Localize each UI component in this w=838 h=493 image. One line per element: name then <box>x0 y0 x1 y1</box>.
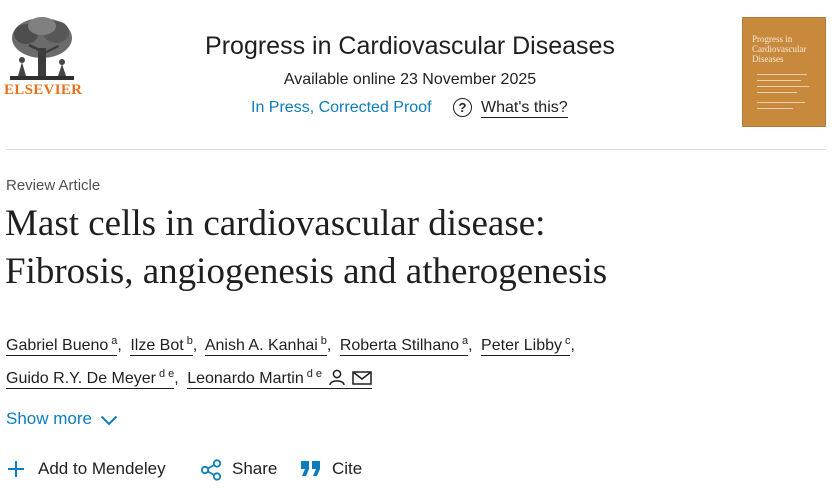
author-name: Peter Libby <box>481 337 562 354</box>
cover-title-line2: Cardiovascular <box>752 44 807 54</box>
article-title-line1: Mast cells in cardiovascular disease: <box>5 203 546 244</box>
author-name: Guido R.Y. De Meyer <box>6 370 156 387</box>
person-icon <box>329 369 345 386</box>
author-name: Ilze Bot <box>130 337 184 354</box>
cover-title: Progress in Cardiovascular Diseases <box>752 34 806 64</box>
chevron-down-icon <box>100 415 118 426</box>
elsevier-wordmark: ELSEVIER <box>4 82 83 98</box>
article-status-link[interactable]: In Press, Corrected Proof <box>251 99 432 117</box>
journal-cover-image[interactable]: Progress in Cardiovascular Diseases <box>742 17 826 127</box>
cover-text-line <box>757 102 805 103</box>
journal-title[interactable]: Progress in Cardiovascular Diseases <box>150 32 670 61</box>
cover-text-line <box>757 74 807 75</box>
author-link[interactable]: Guido R.Y. De Meyer d e <box>6 368 175 389</box>
author-affiliation: d e <box>159 368 175 380</box>
author-separator: , <box>468 337 473 354</box>
author-link[interactable]: Anish A. Kanhai b <box>204 335 327 356</box>
cover-text-line <box>757 86 809 87</box>
article-title-line2: Fibrosis, angiogenesis and atherogenesis <box>5 251 608 292</box>
whats-this-link[interactable]: What's this? <box>481 99 568 118</box>
author-separator: , <box>117 337 122 354</box>
author-separator: , <box>570 337 575 354</box>
cite-label: Cite <box>332 459 363 478</box>
cover-text-line <box>757 80 801 81</box>
author-link[interactable]: Ilze Bot b <box>130 335 193 356</box>
envelope-icon <box>352 371 372 385</box>
author-separator: , <box>326 337 332 354</box>
journal-header: ELSEVIER Progress in Cardiovascular Dise… <box>0 0 838 150</box>
cover-text-line <box>757 108 793 109</box>
author-name: Anish A. Kanhai <box>204 337 318 354</box>
author-name: Roberta Stilhano <box>339 337 460 354</box>
share-label: Share <box>232 459 278 478</box>
add-to-mendeley-label: Add to Mendeley <box>38 459 166 478</box>
article-type: Review Article <box>6 177 101 194</box>
cover-text-line <box>757 92 797 93</box>
author-name: Leonardo Martin <box>187 370 304 387</box>
author-link[interactable]: Gabriel Bueno a <box>6 335 118 356</box>
cover-title-line1: Progress in <box>752 34 793 44</box>
author-link[interactable]: Peter Libby c <box>481 335 571 356</box>
corresponding-author-link[interactable]: Leonardo Martin d e <box>187 368 373 389</box>
show-more-button[interactable]: Show more <box>6 409 118 429</box>
quote-icon <box>301 461 320 476</box>
author-separator: , <box>174 370 179 387</box>
author-affiliation: b <box>186 335 193 347</box>
author-affiliation: b <box>320 335 327 347</box>
header-divider <box>6 149 826 150</box>
cover-title-line3: Diseases <box>752 54 784 64</box>
plus-icon <box>8 461 24 477</box>
author-list: Gabriel Bueno a, Ilze Bot b, Anish A. Kanh… <box>6 327 806 393</box>
author-link[interactable]: Roberta Stilhano a <box>339 335 469 356</box>
question-circle-icon[interactable]: ? <box>453 98 472 117</box>
availability-date: Available online 23 November 2025 <box>283 71 537 88</box>
author-name: Gabriel Bueno <box>6 337 109 354</box>
author-separator: , <box>192 337 198 354</box>
share-icon <box>200 459 222 481</box>
show-more-label: Show more <box>6 409 92 428</box>
author-affiliation: d e <box>306 368 323 380</box>
article-title: Mast cells in cardiovascular disease: Fi… <box>5 200 825 296</box>
